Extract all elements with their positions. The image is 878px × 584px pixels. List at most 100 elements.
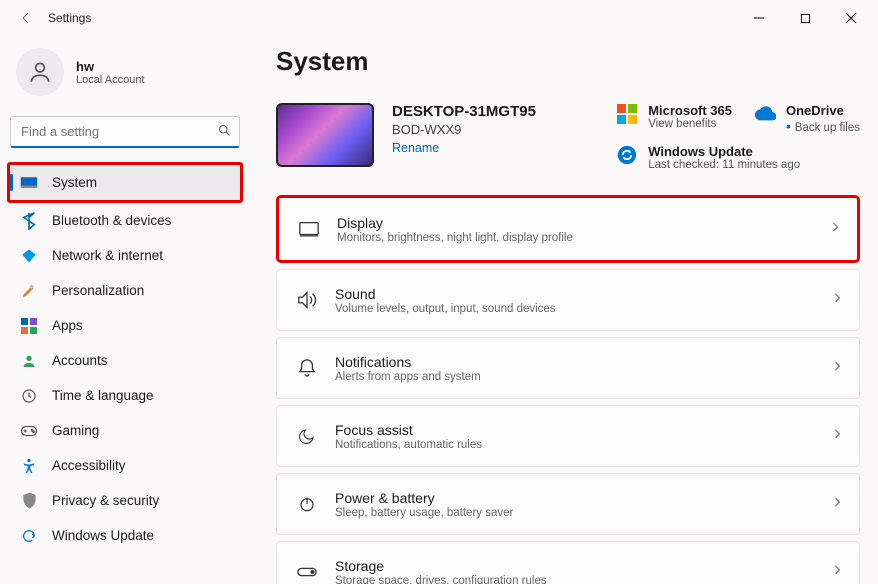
sidebar-item-personalization[interactable]: Personalization [10,273,240,308]
card-focus[interactable]: Focus assistNotifications, automatic rul… [276,405,860,467]
chevron-right-icon [831,563,843,581]
sidebar-item-accessibility[interactable]: Accessibility [10,448,240,483]
rename-link[interactable]: Rename [392,141,439,155]
sidebar: hw Local Account System Bluetooth & devi… [0,36,250,584]
nav-label: Privacy & security [52,493,159,508]
card-storage[interactable]: StorageStorage space, drives, configurat… [276,541,860,584]
chevron-right-icon [831,359,843,377]
main-content: System DESKTOP-31MGT95 BOD-WXX9 Rename M… [250,36,878,584]
sidebar-item-apps[interactable]: Apps [10,308,240,343]
user-name: hw [76,59,145,74]
device-name: DESKTOP-31MGT95 [392,103,536,120]
sidebar-item-update[interactable]: Windows Update [10,518,240,553]
nav-label: Gaming [52,423,99,438]
page-title: System [276,46,860,77]
clock-icon [20,387,38,405]
windows-update-icon [616,144,638,166]
chevron-right-icon [831,427,843,445]
card-title: Notifications [335,354,831,370]
onedrive-icon [754,103,776,125]
microsoft-logo-icon [616,103,638,125]
avatar [16,48,64,96]
nav-label: Personalization [52,283,144,298]
search-input[interactable] [10,116,240,148]
network-icon [20,247,38,265]
sound-icon [289,290,325,310]
chevron-right-icon [831,495,843,513]
nav-label: Time & language [52,388,154,403]
bluetooth-icon [20,212,38,230]
nav-label: Accounts [52,353,108,368]
back-button[interactable] [10,2,42,34]
sidebar-item-privacy[interactable]: Privacy & security [10,483,240,518]
update-card[interactable]: Windows Update Last checked: 11 minutes … [616,144,860,171]
onedrive-title: OneDrive [786,103,860,118]
settings-cards: DisplayMonitors, brightness, night light… [276,195,860,584]
minimize-button[interactable] [736,2,782,34]
search-icon [217,123,232,143]
card-sound[interactable]: SoundVolume levels, output, input, sound… [276,269,860,331]
card-title: Display [337,215,829,231]
update-sub: Last checked: 11 minutes ago [648,159,800,171]
accessibility-icon [20,457,38,475]
m365-sub: View benefits [648,118,732,130]
device-image [276,103,374,167]
storage-icon [289,566,325,578]
card-sub: Sleep, battery usage, battery saver [335,507,831,519]
sidebar-item-network[interactable]: Network & internet [10,238,240,273]
sidebar-item-accounts[interactable]: Accounts [10,343,240,378]
moon-icon [289,427,325,445]
search-wrap [10,116,240,148]
onedrive-sub: Back up files [786,118,860,134]
nav-label: Accessibility [52,458,126,473]
card-power[interactable]: Power & batterySleep, battery usage, bat… [276,473,860,535]
gaming-icon [20,422,38,440]
nav-label: Bluetooth & devices [52,213,171,228]
sidebar-item-time[interactable]: Time & language [10,378,240,413]
shield-icon [20,492,38,510]
user-block[interactable]: hw Local Account [10,42,240,112]
highlight-annotation: DisplayMonitors, brightness, night light… [276,195,860,263]
titlebar: Settings [0,0,878,36]
card-title: Power & battery [335,490,831,506]
chevron-right-icon [829,220,841,238]
user-subtitle: Local Account [76,74,145,86]
m365-card[interactable]: Microsoft 365 View benefits [616,103,732,134]
nav-label: System [52,175,97,190]
nav-label: Network & internet [52,248,163,263]
card-sub: Alerts from apps and system [335,371,831,383]
close-button[interactable] [828,2,874,34]
m365-title: Microsoft 365 [648,103,732,118]
card-display[interactable]: DisplayMonitors, brightness, night light… [279,198,857,260]
system-icon [20,174,38,192]
sidebar-item-bluetooth[interactable]: Bluetooth & devices [10,203,240,238]
bell-icon [289,358,325,378]
display-icon [291,220,327,238]
onedrive-card[interactable]: OneDrive Back up files [754,103,860,134]
card-title: Storage [335,558,831,574]
update-title: Windows Update [648,144,800,159]
sidebar-item-gaming[interactable]: Gaming [10,413,240,448]
update-icon [20,527,38,545]
card-title: Focus assist [335,422,831,438]
highlight-annotation: System [7,162,243,203]
personalization-icon [20,282,38,300]
header-row: DESKTOP-31MGT95 BOD-WXX9 Rename Microsof… [276,103,860,171]
nav-label: Apps [52,318,83,333]
card-sub: Notifications, automatic rules [335,439,831,451]
device-model: BOD-WXX9 [392,122,536,137]
accounts-icon [20,352,38,370]
power-icon [289,495,325,513]
app-title: Settings [48,11,91,25]
nav-list: System Bluetooth & devices Network & int… [10,162,240,553]
apps-icon [20,317,38,335]
nav-label: Windows Update [52,528,154,543]
card-title: Sound [335,286,831,302]
card-sub: Storage space, drives, configuration rul… [335,575,831,584]
chevron-right-icon [831,291,843,309]
card-sub: Monitors, brightness, night light, displ… [337,232,829,244]
card-notifications[interactable]: NotificationsAlerts from apps and system [276,337,860,399]
sidebar-item-system[interactable]: System [10,165,240,200]
maximize-button[interactable] [782,2,828,34]
card-sub: Volume levels, output, input, sound devi… [335,303,831,315]
